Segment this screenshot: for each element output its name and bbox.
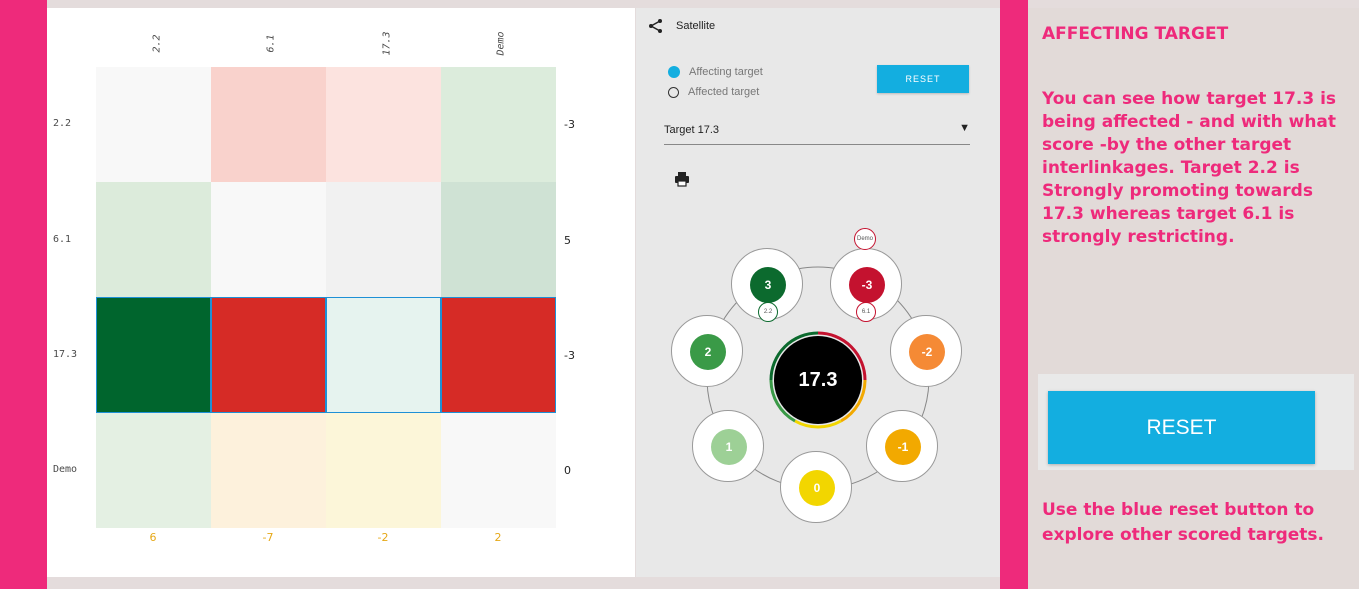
matrix-cell[interactable] bbox=[326, 297, 441, 413]
info-heading: AFFECTING TARGET bbox=[1042, 24, 1229, 44]
node-value: 1 bbox=[711, 429, 747, 465]
matrix-cell[interactable] bbox=[211, 413, 326, 528]
target-2-2-mini-badge: 2.2 bbox=[758, 302, 778, 322]
matrix-cell[interactable] bbox=[96, 413, 211, 528]
row-total: -3 bbox=[564, 349, 575, 362]
row-label-2-2: 2.2 bbox=[53, 118, 72, 129]
interlinkage-matrix: 2.2 6.1 17.3 Demo 2.2 6.1 17.3 Demo -3 5… bbox=[47, 8, 635, 577]
matrix-cell[interactable] bbox=[211, 182, 326, 297]
target-select[interactable]: Target 17.3 ▼ bbox=[664, 120, 970, 145]
node-value: -3 bbox=[849, 267, 885, 303]
matrix-cell[interactable] bbox=[441, 413, 556, 528]
left-accent-bar bbox=[0, 0, 47, 589]
col-label-demo: Demo bbox=[495, 31, 507, 56]
satellite-node[interactable]: -2 bbox=[890, 315, 962, 387]
node-value: 2 bbox=[690, 334, 726, 370]
demo-mini-badge: Demo bbox=[854, 228, 876, 250]
matrix-cell[interactable] bbox=[441, 182, 556, 297]
matrix-cell[interactable] bbox=[441, 67, 556, 182]
node-value: -1 bbox=[885, 429, 921, 465]
reset-button-small[interactable]: RESET bbox=[877, 65, 969, 93]
radio-unchecked-icon bbox=[668, 86, 679, 98]
row-total: 5 bbox=[564, 234, 571, 247]
divider-accent-bar bbox=[1000, 0, 1028, 589]
row-total: 0 bbox=[564, 464, 571, 477]
row-label-demo: Demo bbox=[53, 464, 78, 475]
info-panel: AFFECTING TARGET You can see how target … bbox=[1028, 8, 1359, 589]
node-value: 3 bbox=[750, 267, 786, 303]
matrix-cell[interactable] bbox=[326, 413, 441, 528]
row-total: -3 bbox=[564, 118, 575, 131]
matrix-cell[interactable] bbox=[326, 182, 441, 297]
reset-large-label: RESET bbox=[1146, 415, 1217, 439]
radio-affecting-label: Affecting target bbox=[689, 66, 763, 78]
info-footer: Use the blue reset button to explore oth… bbox=[1042, 500, 1325, 545]
satellite-node[interactable]: 1 bbox=[692, 410, 764, 482]
satellite-panel: Satellite Affecting target Affected targ… bbox=[636, 8, 1000, 577]
reset-label: RESET bbox=[905, 74, 941, 84]
col-total: -7 bbox=[262, 531, 274, 544]
node-value: 0 bbox=[799, 470, 835, 506]
matrix-cell[interactable] bbox=[96, 67, 211, 182]
center-target-label: 17.3 bbox=[798, 368, 838, 391]
info-body: You can see how target 17.3 is being aff… bbox=[1042, 89, 1337, 247]
target-6-1-mini-badge: 6.1 bbox=[856, 302, 876, 322]
radio-affecting[interactable]: Affecting target bbox=[668, 66, 763, 78]
col-label-2-2: 2.2 bbox=[151, 34, 163, 53]
target-select-value: Target 17.3 bbox=[664, 124, 720, 136]
dropdown-arrow-icon: ▼ bbox=[959, 122, 970, 134]
node-value: -2 bbox=[909, 334, 945, 370]
row-label-6-1: 6.1 bbox=[53, 234, 72, 245]
radio-affected-label: Affected target bbox=[688, 86, 760, 98]
share-icon[interactable] bbox=[648, 18, 664, 34]
print-icon[interactable] bbox=[674, 171, 690, 187]
panel-title: Satellite bbox=[676, 20, 716, 32]
matrix-cell[interactable] bbox=[211, 67, 326, 182]
radio-checked-icon bbox=[668, 66, 680, 78]
matrix-cell[interactable] bbox=[96, 297, 211, 413]
matrix-cell[interactable] bbox=[441, 297, 556, 413]
col-total: 6 bbox=[149, 531, 157, 544]
col-label-6-1: 6.1 bbox=[265, 34, 277, 53]
col-label-17-3: 17.3 bbox=[381, 31, 393, 56]
reset-button-large[interactable]: RESET bbox=[1048, 391, 1315, 464]
radio-affected[interactable]: Affected target bbox=[668, 86, 759, 98]
matrix-cell[interactable] bbox=[211, 297, 326, 413]
matrix-cell[interactable] bbox=[326, 67, 441, 182]
satellite-node[interactable]: 0 bbox=[780, 451, 852, 523]
col-total: -2 bbox=[377, 531, 389, 544]
satellite-node[interactable]: 2 bbox=[671, 315, 743, 387]
center-target[interactable]: 17.3 bbox=[774, 336, 862, 424]
col-total: 2 bbox=[494, 531, 502, 544]
satellite-node[interactable]: -1 bbox=[866, 410, 938, 482]
matrix-cell[interactable] bbox=[96, 182, 211, 297]
row-label-17-3: 17.3 bbox=[53, 349, 78, 360]
